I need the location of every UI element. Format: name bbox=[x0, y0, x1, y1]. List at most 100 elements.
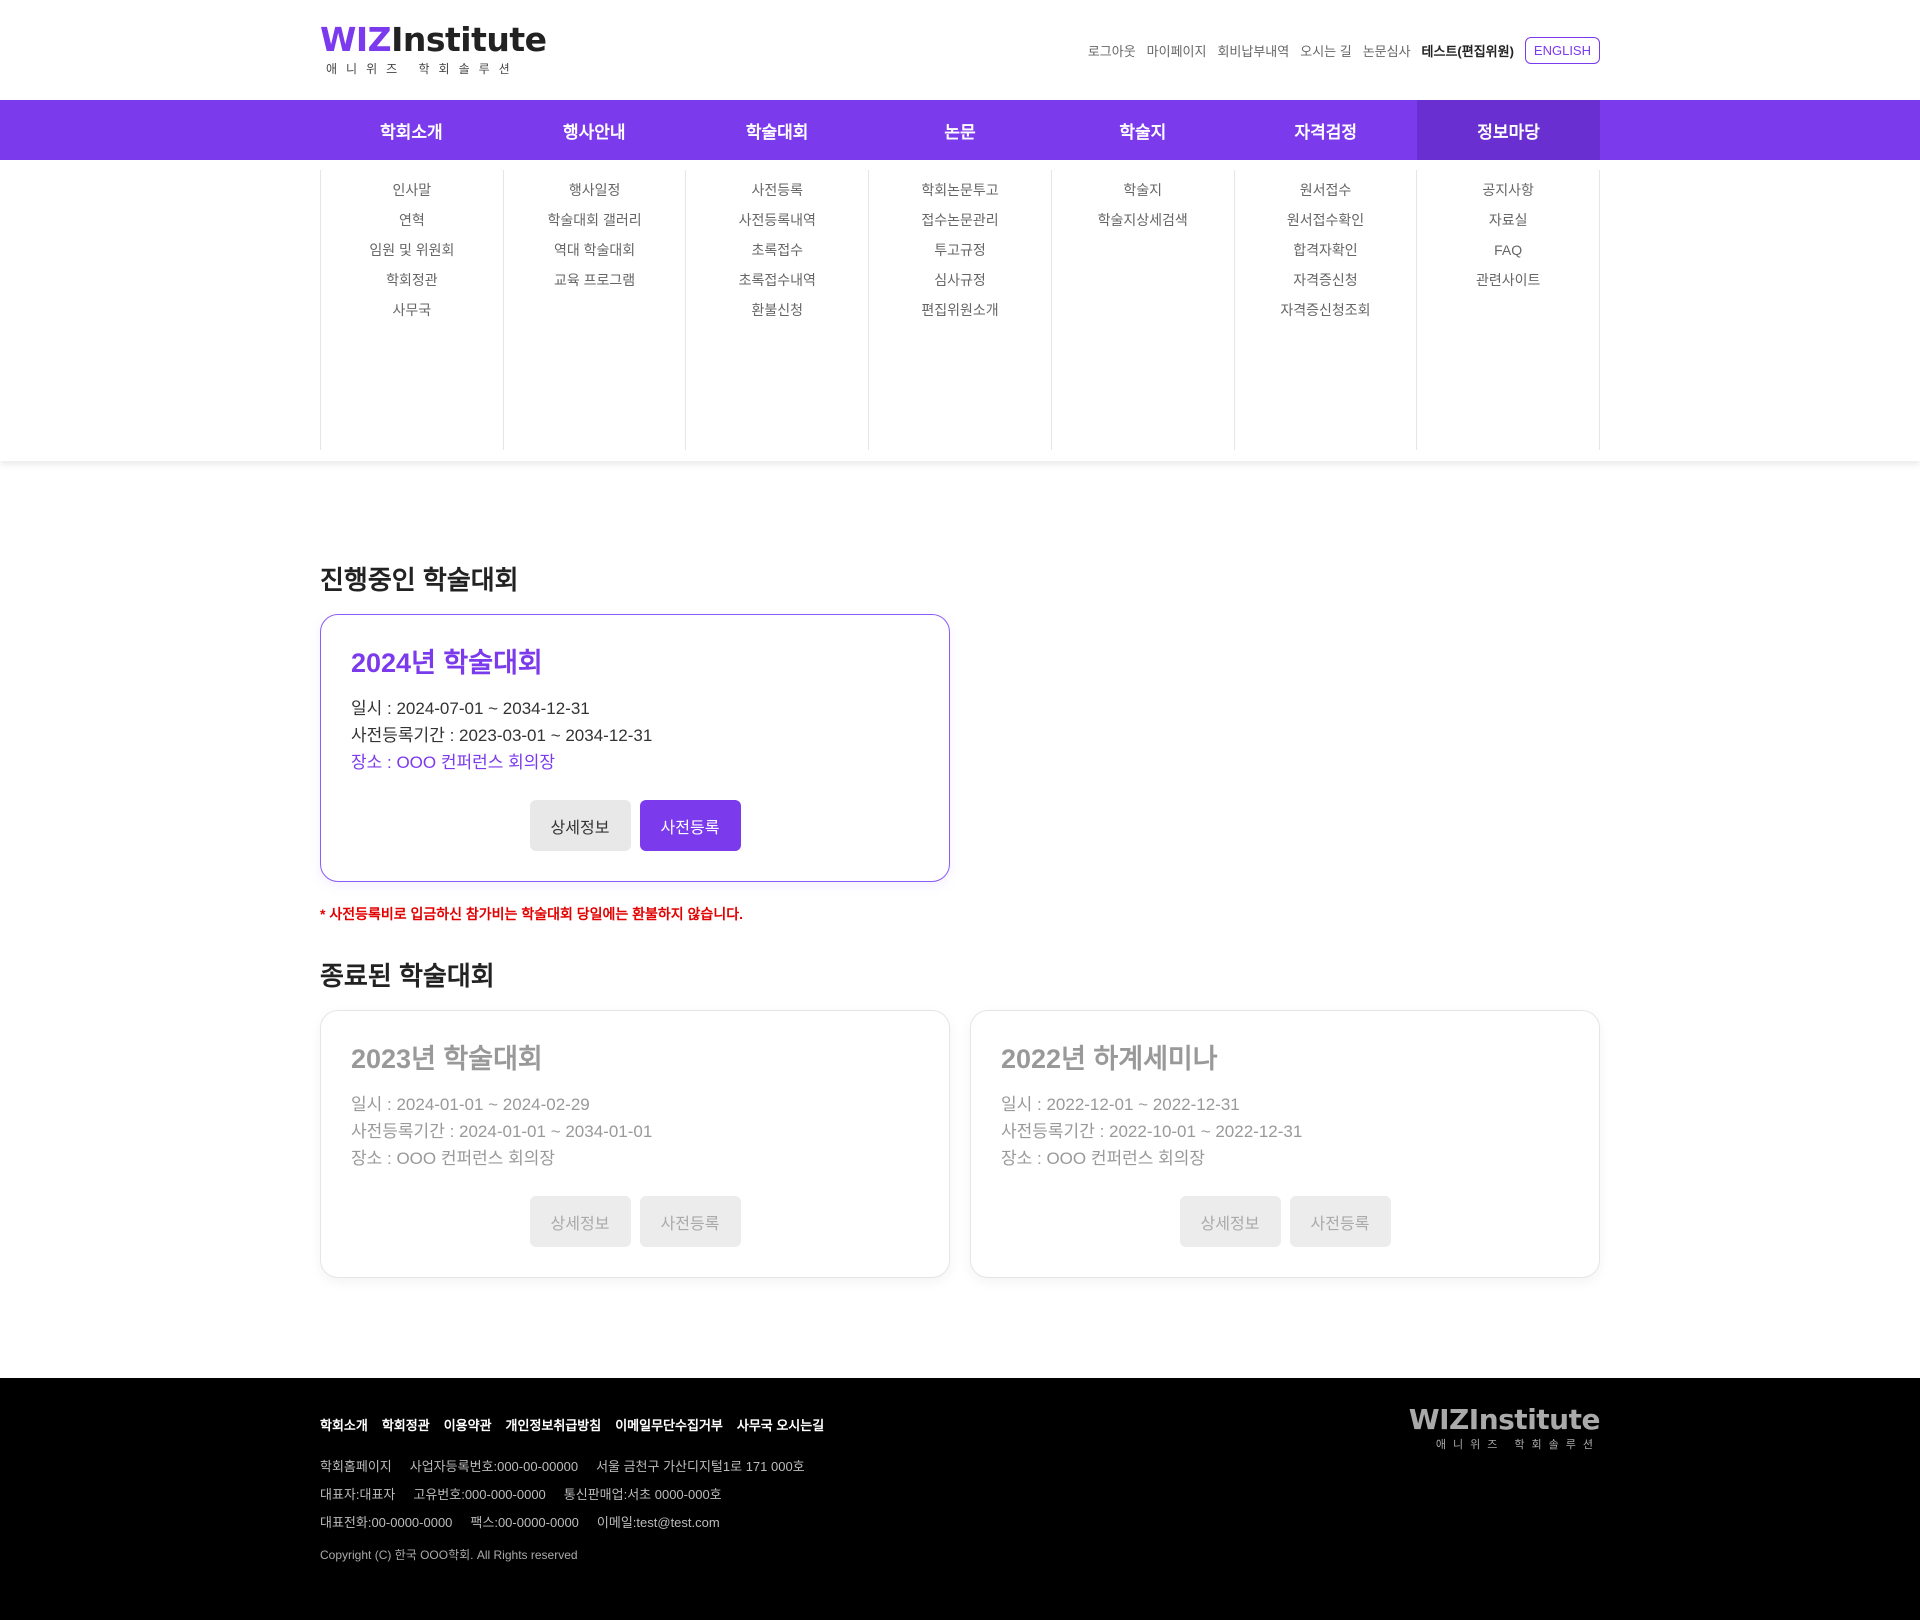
footer-info-row: 학회홈페이지 사업자등록번호:000-00-00000 서울 금천구 가산디지털… bbox=[320, 1453, 805, 1481]
footer-info-item: 학회홈페이지 bbox=[320, 1459, 392, 1474]
conference-place: 장소 : OOO 컨퍼런스 회의장 bbox=[351, 753, 556, 772]
submenu-item[interactable]: 연혁 bbox=[399, 205, 425, 235]
submenu-item[interactable]: 인사말 bbox=[393, 175, 432, 205]
directions-link[interactable]: 오시는 길 bbox=[1300, 41, 1351, 60]
conference-registration-period: 사전등록기간 : 2022-10-01 ~ 2022-12-31 bbox=[1001, 1122, 1303, 1141]
card-buttons: 상세정보 사전등록 bbox=[321, 1196, 949, 1247]
footer: 학회소개 학회정관 이용약관 개인정보취급방침 이메일무단수집거부 사무국 오시… bbox=[0, 1378, 1920, 1620]
submenu-item[interactable]: 초록접수 bbox=[752, 235, 804, 265]
nav-item-about[interactable]: 학회소개 bbox=[320, 100, 503, 160]
footer-info-item: 고유번호:000-000-0000 bbox=[413, 1487, 546, 1502]
english-button[interactable]: ENGLISH bbox=[1524, 37, 1600, 64]
footer-info: 학회홈페이지 사업자등록번호:000-00-00000 서울 금천구 가산디지털… bbox=[320, 1453, 805, 1537]
footer-info-item: 이메일:test@test.com bbox=[596, 1515, 720, 1530]
footer-info-row: 대표자:대표자 고유번호:000-000-0000 통신판매업:서초 0000-… bbox=[320, 1481, 805, 1509]
submenu-item[interactable]: 역대 학술대회 bbox=[554, 235, 635, 265]
utility-nav: 로그아웃 마이페이지 회비납부내역 오시는 길 논문심사 테스트(편집위원) E… bbox=[1088, 37, 1600, 64]
footer-info-row: 대표전화:00-0000-0000 팩스:00-0000-0000 이메일:te… bbox=[320, 1509, 805, 1537]
ended-section-title: 종료된 학술대회 bbox=[320, 961, 495, 991]
submenu-item[interactable]: 합격자확인 bbox=[1293, 235, 1357, 265]
conference-card: 2023년 학술대회 일시 : 2024-01-01 ~ 2024-02-29 … bbox=[320, 1010, 950, 1278]
footer-link-email-refusal[interactable]: 이메일무단수집거부 bbox=[615, 1415, 723, 1434]
user-name[interactable]: 테스트(편집위원) bbox=[1422, 41, 1514, 60]
submenu-item[interactable]: 학회정관 bbox=[386, 265, 438, 295]
conference-registration-period: 사전등록기간 : 2024-01-01 ~ 2034-01-01 bbox=[351, 1122, 653, 1141]
submenu-item[interactable]: 편집위원소개 bbox=[921, 295, 998, 325]
register-button[interactable]: 사전등록 bbox=[639, 1196, 741, 1247]
footer-copyright: Copyright (C) 한국 OOO학회. All Rights reser… bbox=[320, 1548, 578, 1562]
submenu-item[interactable]: 학술지 bbox=[1123, 175, 1162, 205]
nav-item-papers[interactable]: 논문 bbox=[869, 100, 1052, 160]
detail-button[interactable]: 상세정보 bbox=[529, 800, 631, 851]
conference-date: 일시 : 2024-01-01 ~ 2024-02-29 bbox=[351, 1095, 590, 1114]
submenu-item[interactable]: 투고규정 bbox=[934, 235, 986, 265]
footer-link-terms[interactable]: 이용약관 bbox=[444, 1415, 492, 1434]
detail-button[interactable]: 상세정보 bbox=[1179, 1196, 1281, 1247]
submenu-item[interactable]: 사전등록 bbox=[752, 175, 804, 205]
submenu-item[interactable]: 학회논문투고 bbox=[921, 175, 998, 205]
mega-col-about: 인사말 연혁 임원 및 위원회 학회정관 사무국 bbox=[320, 170, 503, 450]
footer-info-item: 사업자등록번호:000-00-00000 bbox=[409, 1459, 579, 1474]
conference-date: 일시 : 2024-07-01 ~ 2034-12-31 bbox=[351, 699, 590, 718]
conference-title: 2024년 학술대회 bbox=[351, 648, 543, 678]
footer-link-privacy[interactable]: 개인정보취급방침 bbox=[506, 1415, 602, 1434]
submenu-item[interactable]: 환불신청 bbox=[752, 295, 804, 325]
footer-link-about[interactable]: 학회소개 bbox=[320, 1415, 368, 1434]
conference-date: 일시 : 2022-12-01 ~ 2022-12-31 bbox=[1001, 1095, 1240, 1114]
footer-logo-wordmark: WIZInstitute bbox=[1408, 1403, 1601, 1436]
submenu-item[interactable]: 접수논문관리 bbox=[921, 205, 998, 235]
mega-menu: 인사말 연혁 임원 및 위원회 학회정관 사무국 행사일정 학술대회 갤러리 역… bbox=[0, 160, 1920, 461]
submenu-item[interactable]: 관련사이트 bbox=[1476, 265, 1540, 295]
logo-wordmark: WIZInstitute bbox=[320, 22, 547, 58]
conference-place: 장소 : OOO 컨퍼런스 회의장 bbox=[1001, 1149, 1206, 1168]
submenu-item[interactable]: 자격증신청 bbox=[1293, 265, 1357, 295]
nav-item-certification[interactable]: 자격검정 bbox=[1234, 100, 1417, 160]
conference-card: 2022년 하계세미나 일시 : 2022-12-01 ~ 2022-12-31… bbox=[970, 1010, 1600, 1278]
footer-link-bylaws[interactable]: 학회정관 bbox=[382, 1415, 430, 1434]
footer-info-item: 통신판매업:서초 0000-000호 bbox=[563, 1487, 722, 1502]
submenu-item[interactable]: FAQ bbox=[1494, 235, 1522, 265]
logo-institute: Institute bbox=[391, 20, 547, 59]
card-buttons: 상세정보 사전등록 bbox=[971, 1196, 1599, 1247]
logo-tagline: 애니위즈 학회솔루션 bbox=[326, 62, 519, 76]
mypage-link[interactable]: 마이페이지 bbox=[1147, 41, 1207, 60]
mega-col-events: 행사일정 학술대회 갤러리 역대 학술대회 교육 프로그램 bbox=[502, 170, 686, 450]
nav-item-info[interactable]: 정보마당 bbox=[1417, 100, 1601, 160]
mega-col-conference: 사전등록 사전등록내역 초록접수 초록접수내역 환불신청 bbox=[685, 170, 868, 450]
submenu-item[interactable]: 학술지상세검색 bbox=[1098, 205, 1188, 235]
footer-link-directions[interactable]: 사무국 오시는길 bbox=[737, 1415, 824, 1434]
submenu-item[interactable]: 교육 프로그램 bbox=[554, 265, 635, 295]
submenu-item[interactable]: 학술대회 갤러리 bbox=[548, 205, 642, 235]
nav-item-journal[interactable]: 학술지 bbox=[1051, 100, 1234, 160]
register-button[interactable]: 사전등록 bbox=[639, 800, 741, 851]
submenu-item[interactable]: 행사일정 bbox=[569, 175, 621, 205]
fee-history-link[interactable]: 회비납부내역 bbox=[1217, 41, 1289, 60]
submenu-item[interactable]: 공지사항 bbox=[1482, 175, 1534, 205]
submenu-item[interactable]: 초록접수내역 bbox=[739, 265, 816, 295]
submenu-item[interactable]: 임원 및 위원회 bbox=[369, 235, 454, 265]
submenu-item[interactable]: 사무국 bbox=[393, 295, 432, 325]
submenu-item[interactable]: 원서접수 bbox=[1300, 175, 1352, 205]
card-buttons: 상세정보 사전등록 bbox=[321, 800, 949, 851]
footer-logo-tagline: 애니위즈 학회솔루션 bbox=[1435, 1439, 1600, 1451]
refund-notice: * 사전등록비로 입금하신 참가비는 학술대회 당일에는 환불하지 않습니다. bbox=[320, 906, 743, 922]
paper-review-link[interactable]: 논문심사 bbox=[1363, 41, 1411, 60]
site-logo[interactable]: WIZInstitute 애니위즈 학회솔루션 bbox=[320, 22, 547, 77]
conference-place: 장소 : OOO 컨퍼런스 회의장 bbox=[351, 1149, 556, 1168]
logo-wiz: WIZ bbox=[320, 20, 392, 59]
submenu-item[interactable]: 심사규정 bbox=[934, 265, 986, 295]
submenu-item[interactable]: 사전등록내역 bbox=[739, 205, 816, 235]
nav-item-events[interactable]: 행사안내 bbox=[503, 100, 686, 160]
submenu-item[interactable]: 원서접수확인 bbox=[1287, 205, 1364, 235]
submenu-item[interactable]: 자료실 bbox=[1489, 205, 1528, 235]
detail-button[interactable]: 상세정보 bbox=[529, 1196, 631, 1247]
conference-title: 2022년 하계세미나 bbox=[1001, 1044, 1218, 1074]
logout-link[interactable]: 로그아웃 bbox=[1088, 41, 1136, 60]
mega-col-certification: 원서접수 원서접수확인 합격자확인 자격증신청 자격증신청조회 bbox=[1233, 170, 1417, 450]
submenu-item[interactable]: 자격증신청조회 bbox=[1280, 295, 1370, 325]
conference-card: 2024년 학술대회 일시 : 2024-07-01 ~ 2034-12-31 … bbox=[320, 614, 950, 882]
main-nav: 학회소개 행사안내 학술대회 논문 학술지 자격검정 정보마당 bbox=[0, 100, 1920, 160]
mega-col-info: 공지사항 자료실 FAQ 관련사이트 bbox=[1416, 170, 1601, 450]
nav-item-conference[interactable]: 학술대회 bbox=[686, 100, 869, 160]
register-button[interactable]: 사전등록 bbox=[1289, 1196, 1391, 1247]
